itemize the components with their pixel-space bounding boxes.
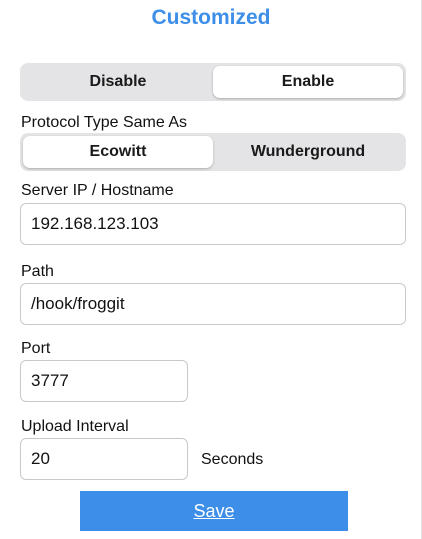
protocol-toggle[interactable]: Ecowitt Wunderground: [20, 133, 406, 171]
interval-label: Upload Interval: [21, 418, 129, 435]
interval-unit: Seconds: [201, 451, 264, 468]
interval-input[interactable]: [20, 438, 188, 480]
port-label: Port: [21, 340, 51, 357]
path-input[interactable]: [20, 283, 406, 325]
server-input[interactable]: [20, 203, 406, 245]
enable-toggle[interactable]: Disable Enable: [20, 63, 406, 101]
port-input[interactable]: [20, 360, 188, 402]
path-label: Path: [21, 263, 54, 280]
page-title: Customized: [151, 6, 271, 29]
ecowitt-option[interactable]: Ecowitt: [23, 136, 213, 168]
server-label: Server IP / Hostname: [21, 182, 174, 199]
save-button[interactable]: Save: [80, 491, 348, 531]
disable-option[interactable]: Disable: [23, 66, 213, 98]
protocol-label: Protocol Type Same As: [21, 114, 188, 131]
wunderground-option[interactable]: Wunderground: [213, 136, 403, 168]
enable-option[interactable]: Enable: [213, 66, 403, 98]
